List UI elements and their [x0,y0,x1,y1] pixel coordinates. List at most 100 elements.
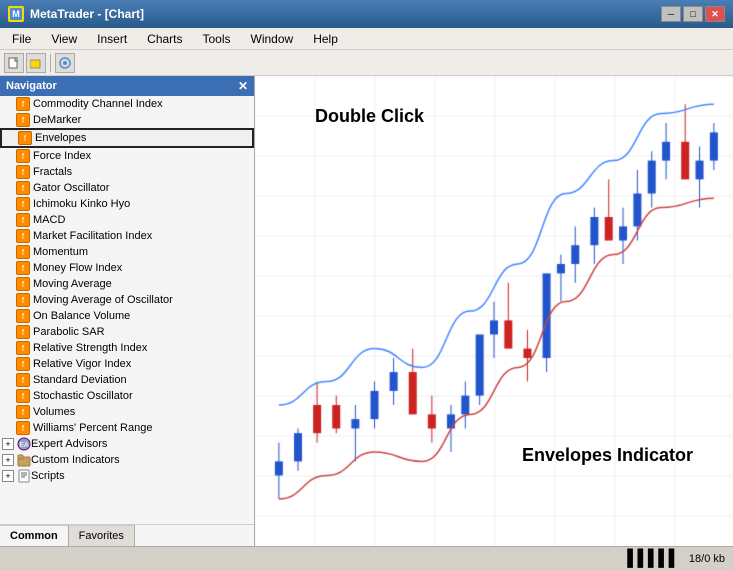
nav-label-obv: On Balance Volume [33,310,130,322]
navigator-close-button[interactable]: ✕ [238,79,248,93]
window-controls: ─ □ ✕ [661,6,725,22]
expand-scripts-icon[interactable]: + [2,470,14,482]
nav-label-scripts: Scripts [31,470,65,482]
indicator-icon-williams: f [16,421,30,435]
menu-window[interactable]: Window [243,30,302,48]
nav-item-envelopes[interactable]: f Envelopes [0,128,254,148]
menu-tools[interactable]: Tools [195,30,239,48]
nav-label-commodity: Commodity Channel Index [33,98,163,110]
nav-item-obv[interactable]: f On Balance Volume [0,308,254,324]
nav-label-fractals: Fractals [33,166,72,178]
indicator-icon-ichimoku: f [16,197,30,211]
nav-item-gator[interactable]: f Gator Oscillator [0,180,254,196]
expand-expert-icon[interactable]: + [2,438,14,450]
menu-charts[interactable]: Charts [139,30,190,48]
toolbar-open[interactable] [26,53,46,73]
nav-item-expert[interactable]: + EA Expert Advisors [0,436,254,452]
navigator-tabs: Common Favorites [0,524,254,546]
nav-label-rsi: Relative Strength Index [33,342,147,354]
nav-label-maoscillator: Moving Average of Oscillator [33,294,173,306]
nav-label-demarker: DeMarker [33,114,81,126]
indicator-icon-force: f [16,149,30,163]
nav-label-envelopes: Envelopes [35,132,86,144]
tab-favorites[interactable]: Favorites [69,525,135,546]
custom-folder-icon [17,453,31,467]
toolbar-new[interactable] [4,53,24,73]
indicator-icon-envelopes: f [18,131,32,145]
nav-label-moneyflow: Money Flow Index [33,262,122,274]
nav-item-mfi[interactable]: f Market Facilitation Index [0,228,254,244]
nav-label-rvi: Relative Vigor Index [33,358,131,370]
expert-folder-icon: EA [17,437,31,451]
minimize-button[interactable]: ─ [661,6,681,22]
nav-label-parabolic: Parabolic SAR [33,326,105,338]
nav-label-momentum: Momentum [33,246,88,258]
nav-item-stochastic[interactable]: f Stochastic Oscillator [0,388,254,404]
nav-label-ichimoku: Ichimoku Kinko Hyo [33,198,130,210]
menu-view[interactable]: View [43,30,85,48]
navigator-panel: Navigator ✕ f Commodity Channel Index f … [0,76,255,546]
toolbar-separator-1 [50,54,51,72]
status-right: ▌▌▌▌▌ 18/0 kb [627,550,725,568]
nav-tree[interactable]: f Commodity Channel Index f DeMarker f E… [0,96,254,524]
indicator-icon-rvi: f [16,357,30,371]
chart-area[interactable]: Double Click Envelopes Indicator [255,76,733,546]
menu-bar: File View Insert Charts Tools Window Hel… [0,28,733,50]
toolbar [0,50,733,76]
nav-label-williams: Williams' Percent Range [33,422,152,434]
tab-common[interactable]: Common [0,525,69,546]
nav-item-scripts[interactable]: + Scripts [0,468,254,484]
indicator-icon-moneyflow: f [16,261,30,275]
nav-item-macd[interactable]: f MACD [0,212,254,228]
indicator-icon-stddev: f [16,373,30,387]
close-button[interactable]: ✕ [705,6,725,22]
maximize-button[interactable]: □ [683,6,703,22]
nav-label-ma: Moving Average [33,278,112,290]
indicator-icon-commodity: f [16,97,30,111]
menu-file[interactable]: File [4,30,39,48]
indicator-icon-stochastic: f [16,389,30,403]
nav-label-macd: MACD [33,214,65,226]
nav-item-parabolic[interactable]: f Parabolic SAR [0,324,254,340]
toolbar-connect[interactable] [55,53,75,73]
indicator-icon-mfi: f [16,229,30,243]
nav-item-custom[interactable]: + Custom Indicators [0,452,254,468]
nav-label-stochastic: Stochastic Oscillator [33,390,133,402]
indicator-icon-momentum: f [16,245,30,259]
nav-label-mfi: Market Facilitation Index [33,230,152,242]
nav-item-rsi[interactable]: f Relative Strength Index [0,340,254,356]
indicator-icon-maoscillator: f [16,293,30,307]
nav-item-williams[interactable]: f Williams' Percent Range [0,420,254,436]
indicator-icon-rsi: f [16,341,30,355]
app-icon: M [8,6,24,22]
menu-help[interactable]: Help [305,30,346,48]
nav-item-ma[interactable]: f Moving Average [0,276,254,292]
nav-label-force: Force Index [33,150,91,162]
status-bars-icon: ▌▌▌▌▌ [627,550,679,568]
main-layout: Navigator ✕ f Commodity Channel Index f … [0,76,733,546]
indicator-icon-macd: f [16,213,30,227]
nav-item-rvi[interactable]: f Relative Vigor Index [0,356,254,372]
nav-item-stddev[interactable]: f Standard Deviation [0,372,254,388]
indicator-icon-volumes: f [16,405,30,419]
nav-item-ichimoku[interactable]: f Ichimoku Kinko Hyo [0,196,254,212]
nav-label-gator: Gator Oscillator [33,182,109,194]
nav-label-custom: Custom Indicators [31,454,120,466]
nav-item-fractals[interactable]: f Fractals [0,164,254,180]
nav-item-commodity[interactable]: f Commodity Channel Index [0,96,254,112]
nav-item-demarker[interactable]: f DeMarker [0,112,254,128]
menu-insert[interactable]: Insert [89,30,135,48]
indicator-icon-fractals: f [16,165,30,179]
status-bar: ▌▌▌▌▌ 18/0 kb [0,546,733,570]
indicator-icon-ma: f [16,277,30,291]
nav-item-volumes[interactable]: f Volumes [0,404,254,420]
svg-text:EA: EA [19,442,29,449]
nav-item-force[interactable]: f Force Index [0,148,254,164]
nav-item-momentum[interactable]: f Momentum [0,244,254,260]
indicator-icon-parabolic: f [16,325,30,339]
window-title: MetaTrader - [Chart] [30,7,661,21]
expand-custom-icon[interactable]: + [2,454,14,466]
nav-item-maoscillator[interactable]: f Moving Average of Oscillator [0,292,254,308]
nav-item-moneyflow[interactable]: f Money Flow Index [0,260,254,276]
indicator-icon-demarker: f [16,113,30,127]
